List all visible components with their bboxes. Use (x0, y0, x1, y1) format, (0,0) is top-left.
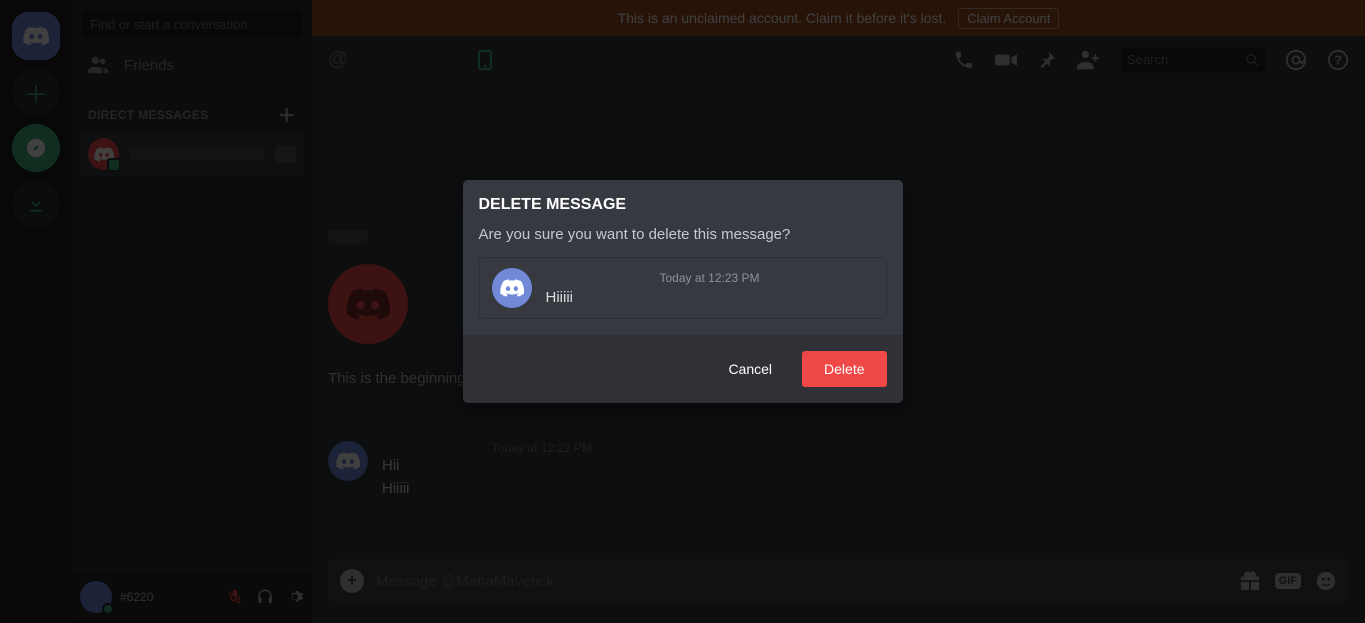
modal-overlay[interactable]: DELETE MESSAGE Are you sure you want to … (0, 0, 1365, 623)
modal-title: DELETE MESSAGE (479, 196, 887, 214)
cancel-button[interactable]: Cancel (712, 351, 788, 387)
modal-message-time: Today at 12:23 PM (546, 271, 874, 285)
modal-subtitle: Are you sure you want to delete this mes… (479, 226, 887, 243)
modal-actions: Cancel Delete (463, 335, 903, 403)
modal-message-preview: Today at 12:23 PM Hiiiii (479, 257, 887, 319)
delete-message-modal: DELETE MESSAGE Are you sure you want to … (463, 180, 903, 403)
modal-message-avatar (492, 268, 532, 308)
discord-avatar-icon (500, 279, 524, 297)
modal-message-body: Hiiiii (546, 289, 874, 306)
delete-button[interactable]: Delete (802, 351, 886, 387)
